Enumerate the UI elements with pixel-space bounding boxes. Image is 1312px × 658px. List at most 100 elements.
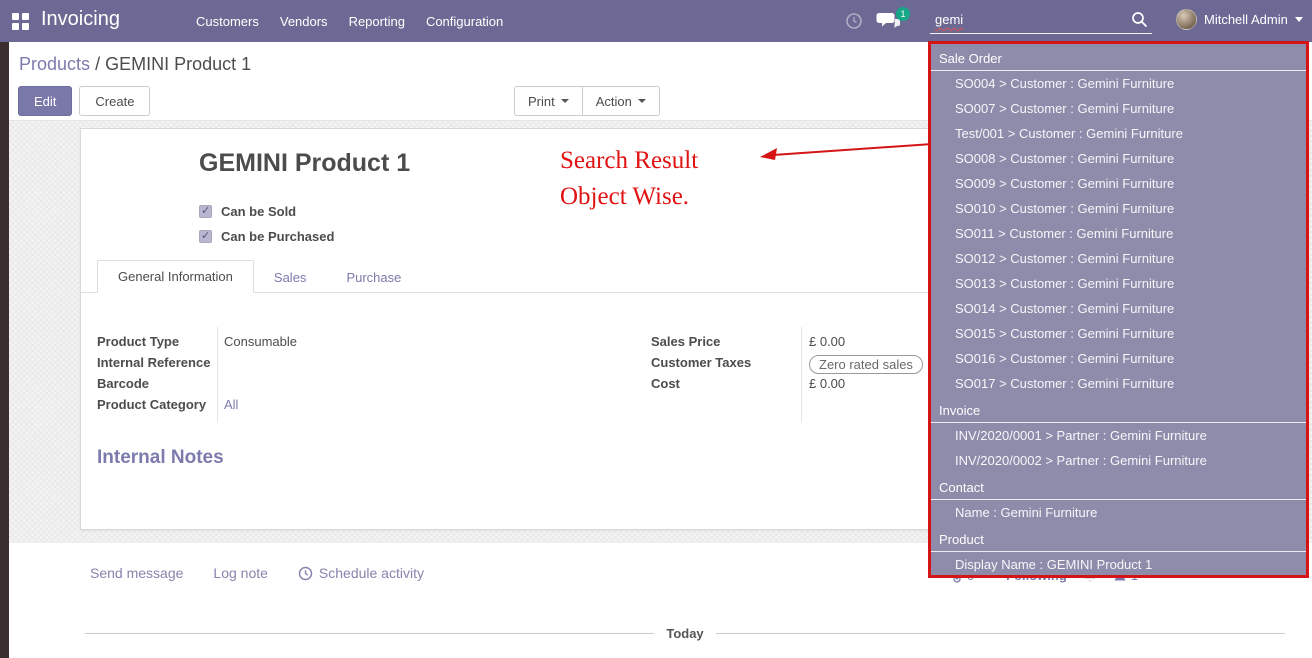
search-result-item[interactable]: SO011 > Customer : Gemini Furniture <box>931 221 1306 246</box>
print-menu-button[interactable]: Print <box>515 87 582 115</box>
field-label: Cost <box>651 376 801 391</box>
breadcrumb-separator: / <box>95 54 100 74</box>
menu-item[interactable]: Configuration <box>426 14 503 29</box>
field-label: Product Type <box>97 334 217 349</box>
breadcrumb: Products / GEMINI Product 1 <box>19 54 251 75</box>
field-label: Internal Reference <box>97 355 217 370</box>
product-flags: Can be Sold Can be Purchased <box>199 199 334 249</box>
search-result-item[interactable]: SO008 > Customer : Gemini Furniture <box>931 146 1306 171</box>
menu-item[interactable]: Reporting <box>349 14 405 29</box>
breadcrumb-link-products[interactable]: Products <box>19 54 90 74</box>
annotation-arrow <box>757 136 952 168</box>
menu-item[interactable]: Vendors <box>280 14 328 29</box>
chatter-actions: Send message Log note Schedule activity <box>90 565 424 581</box>
search-result-item[interactable]: SO009 > Customer : Gemini Furniture <box>931 171 1306 196</box>
internal-notes-heading: Internal Notes <box>97 447 224 469</box>
notebook-tab[interactable]: Sales <box>254 262 327 293</box>
search-result-item[interactable]: INV/2020/0002 > Partner : Gemini Furnitu… <box>931 448 1306 473</box>
form-field: Barcode <box>97 375 651 396</box>
search-input[interactable]: gemi <box>935 12 963 27</box>
field-label: Barcode <box>97 376 217 391</box>
edit-button[interactable]: Edit <box>18 86 72 116</box>
action-menu-button[interactable]: Action <box>582 87 659 115</box>
search-result-group: Sale Order SO004 > Customer : Gemini Fur… <box>931 44 1306 396</box>
field-value[interactable]: Zero rated sales <box>801 355 923 374</box>
field-value[interactable]: £ 0.00 <box>801 334 845 349</box>
notebook-tab[interactable]: General Information <box>97 260 254 293</box>
search-results-dropdown: Sale Order SO004 > Customer : Gemini Fur… <box>928 41 1309 578</box>
create-button[interactable]: Create <box>79 86 150 116</box>
breadcrumb-current: GEMINI Product 1 <box>105 54 251 74</box>
checkbox-label: Can be Purchased <box>221 229 334 244</box>
left-edge-strip <box>0 42 9 658</box>
checkbox-icon[interactable] <box>199 205 212 218</box>
search-result-group: Contact Name : Gemini Furniture <box>931 473 1306 525</box>
date-divider: Today <box>85 626 1285 641</box>
screen: Invoicing Customers Vendors Reporting Co… <box>0 0 1312 658</box>
menu-item[interactable]: Customers <box>196 14 259 29</box>
chevron-down-icon <box>638 99 646 103</box>
send-message-button[interactable]: Send message <box>90 565 183 581</box>
field-value[interactable]: All <box>217 397 238 412</box>
divider-line <box>716 633 1285 634</box>
notebook-tab[interactable]: Purchase <box>326 262 421 293</box>
search-result-item[interactable]: SO004 > Customer : Gemini Furniture <box>931 71 1306 96</box>
form-field: Product Type Consumable <box>97 333 651 354</box>
field-value[interactable]: Consumable <box>217 334 297 349</box>
checkbox-field: Can be Purchased <box>199 224 334 249</box>
annotation-line-1: Search Result <box>560 143 698 179</box>
activities-icon[interactable] <box>845 12 863 30</box>
annotation-text: Search Result Object Wise. <box>560 143 698 215</box>
search-result-item[interactable]: Test/001 > Customer : Gemini Furniture <box>931 121 1306 146</box>
schedule-activity-button[interactable]: Schedule activity <box>298 565 424 581</box>
date-divider-label: Today <box>666 626 703 641</box>
search-result-group: Invoice INV/2020/0001 > Partner : Gemini… <box>931 396 1306 473</box>
messages-icon[interactable]: 1 <box>876 11 906 33</box>
search-result-item[interactable]: Display Name : GEMINI Product 1 <box>931 552 1306 577</box>
main-menu: Customers Vendors Reporting Configuratio… <box>196 0 503 42</box>
checkbox-icon[interactable] <box>199 230 212 243</box>
search-result-group-header: Sale Order <box>931 44 1306 71</box>
form-field: Internal Reference <box>97 354 651 375</box>
field-label: Sales Price <box>651 334 801 349</box>
field-value[interactable]: £ 0.00 <box>801 376 845 391</box>
field-label: Product Category <box>97 397 217 412</box>
user-menu[interactable]: Mitchell Admin <box>1176 9 1303 30</box>
search-result-item[interactable]: SO013 > Customer : Gemini Furniture <box>931 271 1306 296</box>
divider-line <box>85 633 654 634</box>
field-label: Customer Taxes <box>651 355 801 370</box>
search-result-item[interactable]: SO017 > Customer : Gemini Furniture <box>931 371 1306 396</box>
search-result-item[interactable]: SO010 > Customer : Gemini Furniture <box>931 196 1306 221</box>
search-result-group-header: Contact <box>931 473 1306 500</box>
user-name: Mitchell Admin <box>1204 12 1288 27</box>
chevron-down-icon <box>1295 17 1303 22</box>
app-name[interactable]: Invoicing <box>41 8 120 31</box>
field-group-left: Product Type Consumable Internal Referen… <box>97 327 651 423</box>
chevron-down-icon <box>561 99 569 103</box>
global-search-box[interactable]: gemi <box>930 8 1152 34</box>
log-note-button[interactable]: Log note <box>213 565 268 581</box>
search-result-item[interactable]: SO016 > Customer : Gemini Furniture <box>931 346 1306 371</box>
search-result-item[interactable]: SO014 > Customer : Gemini Furniture <box>931 296 1306 321</box>
checkbox-field: Can be Sold <box>199 199 334 224</box>
print-action-group: Print Action <box>514 86 660 116</box>
search-result-item[interactable]: SO007 > Customer : Gemini Furniture <box>931 96 1306 121</box>
checkbox-label: Can be Sold <box>221 204 296 219</box>
form-field: Product Category All <box>97 396 651 417</box>
clock-icon <box>298 566 313 581</box>
message-count-badge: 1 <box>896 7 910 21</box>
search-result-group-header: Product <box>931 525 1306 552</box>
search-result-item[interactable]: INV/2020/0001 > Partner : Gemini Furnitu… <box>931 423 1306 448</box>
avatar <box>1176 9 1197 30</box>
search-icon[interactable] <box>1131 11 1148 28</box>
annotation-line-2: Object Wise. <box>560 179 698 215</box>
search-result-item[interactable]: Name : Gemini Furniture <box>931 500 1306 525</box>
top-navbar: Invoicing Customers Vendors Reporting Co… <box>0 0 1312 42</box>
form-buttons: Edit Create <box>18 86 150 116</box>
search-result-item[interactable]: SO015 > Customer : Gemini Furniture <box>931 321 1306 346</box>
search-result-group: Product Display Name : GEMINI Product 1 <box>931 525 1306 577</box>
search-result-group-header: Invoice <box>931 396 1306 423</box>
product-title: GEMINI Product 1 <box>199 149 410 178</box>
search-result-item[interactable]: SO012 > Customer : Gemini Furniture <box>931 246 1306 271</box>
apps-menu-icon[interactable] <box>12 13 29 30</box>
